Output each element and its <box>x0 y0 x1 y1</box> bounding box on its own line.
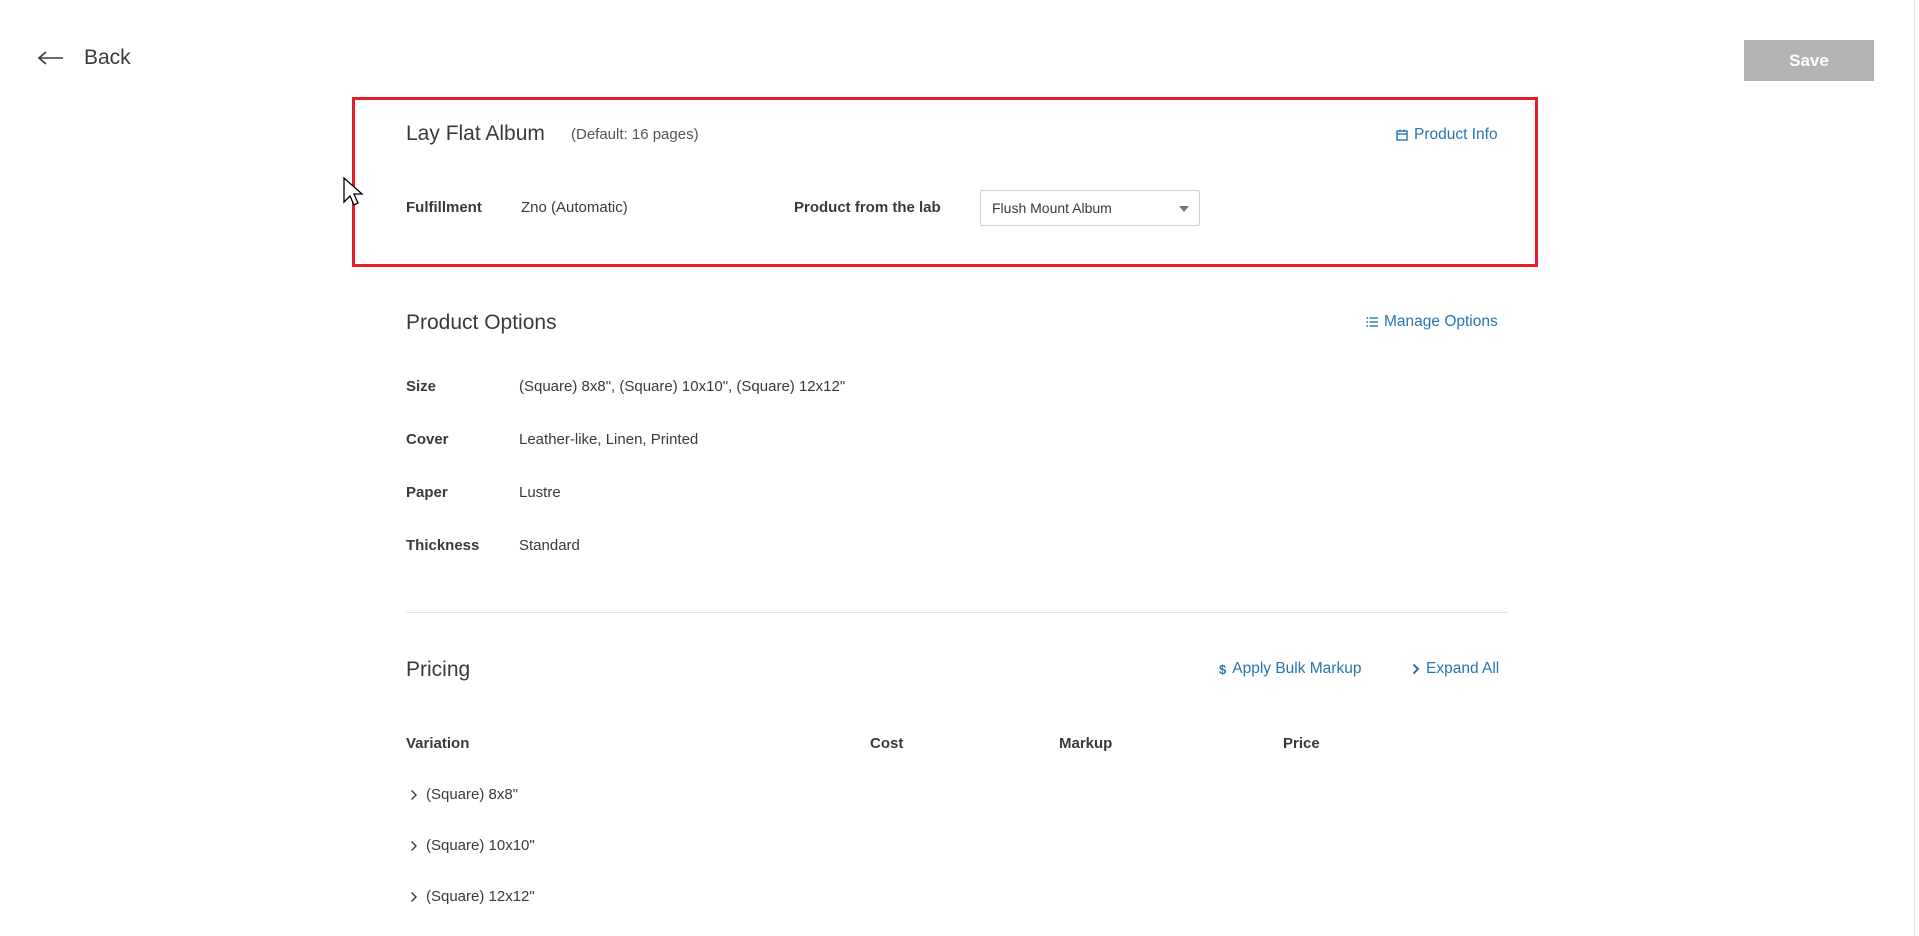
variation-row-8x8[interactable]: (Square) 8x8" <box>410 786 518 803</box>
fulfillment-label: Fulfillment <box>406 199 482 216</box>
back-label: Back <box>84 46 131 69</box>
column-header-variation: Variation <box>406 735 470 752</box>
lab-product-selected: Flush Mount Album <box>992 200 1112 216</box>
list-icon <box>1366 317 1378 327</box>
expand-all-link[interactable]: Expand All <box>1412 660 1499 678</box>
option-value-paper: Lustre <box>519 484 561 501</box>
product-info-label: Product Info <box>1414 126 1498 143</box>
option-value-size: (Square) 8x8", (Square) 10x10", (Square)… <box>519 378 846 395</box>
save-button[interactable]: Save <box>1744 40 1874 81</box>
variation-label: (Square) 10x10" <box>426 837 535 854</box>
fulfillment-value: Zno (Automatic) <box>521 199 628 216</box>
column-header-markup: Markup <box>1059 735 1113 752</box>
arrow-left-icon <box>38 51 63 65</box>
dollar-icon: $ <box>1219 661 1227 677</box>
chevron-right-icon <box>411 891 417 902</box>
option-label-size: Size <box>406 378 437 395</box>
option-label-paper: Paper <box>406 484 448 501</box>
section-divider <box>406 612 1507 613</box>
chevron-right-icon <box>1412 663 1420 675</box>
apply-bulk-markup-link[interactable]: $ Apply Bulk Markup <box>1219 660 1361 678</box>
scrollbar-track[interactable] <box>1914 0 1915 936</box>
column-header-price: Price <box>1283 735 1320 752</box>
chevron-right-icon <box>411 789 417 800</box>
expand-all-label: Expand All <box>1426 660 1500 677</box>
variation-row-10x10[interactable]: (Square) 10x10" <box>410 837 535 854</box>
dropdown-caret-icon <box>1179 206 1189 212</box>
product-title: Lay Flat Album <box>406 122 545 145</box>
apply-bulk-markup-label: Apply Bulk Markup <box>1232 660 1362 677</box>
column-header-cost: Cost <box>870 735 904 752</box>
manage-options-label: Manage Options <box>1384 313 1498 330</box>
pricing-title: Pricing <box>406 658 471 681</box>
chevron-right-icon <box>411 840 417 851</box>
mouse-pointer-icon <box>343 177 364 206</box>
lab-product-select[interactable]: Flush Mount Album <box>980 190 1200 226</box>
option-value-thickness: Standard <box>519 537 580 554</box>
manage-options-link[interactable]: Manage Options <box>1366 313 1498 331</box>
calendar-icon <box>1396 129 1408 141</box>
lab-product-label: Product from the lab <box>794 199 941 216</box>
product-info-link[interactable]: Product Info <box>1396 126 1498 144</box>
option-label-thickness: Thickness <box>406 537 480 554</box>
back-button[interactable]: Back <box>38 46 131 70</box>
default-pages-note: (Default: 16 pages) <box>571 126 699 143</box>
variation-label: (Square) 8x8" <box>426 786 519 803</box>
options-title: Product Options <box>406 311 557 334</box>
option-value-cover: Leather-like, Linen, Printed <box>519 431 699 448</box>
variation-row-12x12[interactable]: (Square) 12x12" <box>410 888 535 905</box>
variation-label: (Square) 12x12" <box>426 888 535 905</box>
option-label-cover: Cover <box>406 431 449 448</box>
